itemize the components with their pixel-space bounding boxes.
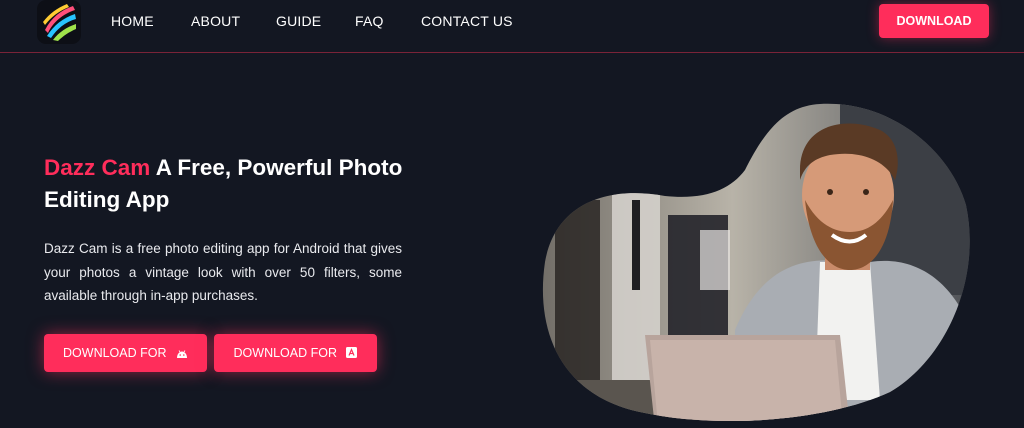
hero-photo — [542, 103, 970, 422]
